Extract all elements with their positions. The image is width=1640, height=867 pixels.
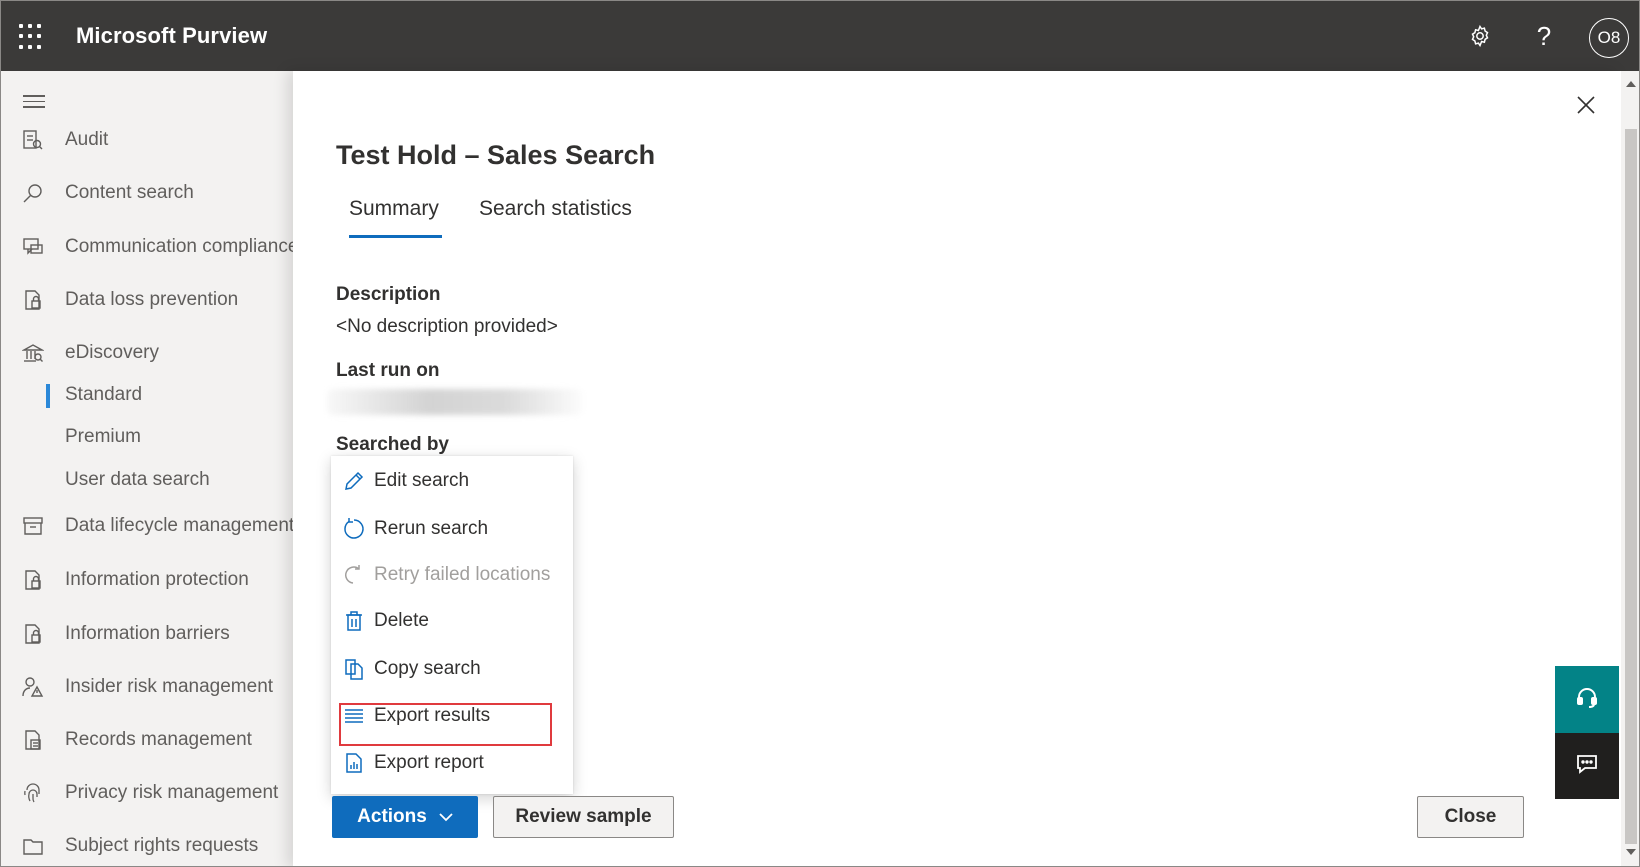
sidebar-item-privacy-risk[interactable]: Privacy risk management (1, 773, 301, 813)
sidebar-item-label: Data lifecycle management (65, 515, 295, 536)
trash-icon (341, 608, 367, 634)
sidebar-item-communication-compliance[interactable]: Communication compliance (1, 227, 301, 267)
sidebar-item-label: Privacy risk management (65, 782, 279, 803)
sidebar-item-subject-rights[interactable]: Subject rights requests (1, 826, 301, 866)
app-window: Microsoft Purview ? O8 Audit Content sea… (0, 0, 1640, 867)
building-icon (21, 341, 45, 365)
hamburger-icon[interactable] (23, 95, 45, 112)
searched-by-label: Searched by (336, 434, 449, 455)
app-title[interactable]: Microsoft Purview (76, 23, 267, 49)
description-value: <No description provided> (336, 316, 558, 337)
search-icon (21, 181, 45, 205)
chevron-down-icon (439, 806, 453, 828)
sidebar-item-label: Content search (65, 182, 194, 203)
fingerprint-icon (21, 781, 45, 805)
records-icon (21, 728, 45, 752)
sidebar-subitem-standard[interactable]: Standard (65, 384, 142, 406)
menu-item-label: Retry failed locations (374, 564, 551, 585)
avatar[interactable]: O8 (1589, 18, 1629, 58)
sidebar-item-records-management[interactable]: Records management (1, 720, 301, 760)
menu-item-copy-search[interactable]: Copy search (331, 647, 573, 691)
sidebar-item-label: eDiscovery (65, 342, 159, 363)
panel-title: Test Hold – Sales Search (336, 140, 656, 170)
actions-button-label: Actions (357, 806, 427, 827)
menu-item-rerun-search[interactable]: Rerun search (331, 507, 573, 551)
audit-icon (21, 128, 45, 152)
scroll-down-icon[interactable] (1626, 849, 1636, 855)
feedback-icon (1575, 752, 1599, 781)
active-tab-indicator (349, 235, 442, 238)
sidebar-item-label: Data loss prevention (65, 289, 239, 310)
sidebar-item-label: Records management (65, 729, 252, 750)
sidebar-item-label: Communication compliance (65, 236, 299, 257)
top-bar: Microsoft Purview ? O8 (1, 1, 1639, 71)
headset-icon (1575, 685, 1599, 714)
sidebar-item-label: Information protection (65, 569, 249, 590)
waffle-icon[interactable] (19, 24, 45, 50)
menu-item-retry-failed[interactable]: Retry failed locations (331, 553, 573, 597)
lock-document-icon (21, 288, 45, 312)
sidebar-item-information-barriers[interactable]: Information barriers (1, 614, 301, 654)
avatar-initials: O8 (1597, 28, 1621, 47)
actions-button[interactable]: Actions (332, 796, 478, 838)
help-glyph: ? (1536, 20, 1552, 51)
refresh-icon (341, 516, 367, 542)
copy-icon (341, 656, 367, 682)
menu-item-label: Delete (374, 610, 429, 631)
sidebar-item-label: Information barriers (65, 623, 230, 644)
lock-document-icon (21, 622, 45, 646)
sidebar-subitem-user-data-search[interactable]: User data search (65, 469, 210, 491)
menu-item-label: Copy search (374, 658, 481, 679)
pencil-icon (341, 468, 367, 494)
menu-item-edit-search[interactable]: Edit search (331, 459, 573, 503)
sidebar-item-data-loss-prevention[interactable]: Data loss prevention (1, 280, 301, 320)
sidebar-item-label: Insider risk management (65, 676, 274, 697)
scroll-up-icon[interactable] (1626, 81, 1636, 87)
lock-document-icon (21, 568, 45, 592)
menu-item-label: Rerun search (374, 518, 489, 539)
report-icon (341, 750, 367, 776)
sidebar-item-insider-risk[interactable]: Insider risk management (1, 667, 301, 707)
sidebar-item-information-protection[interactable]: Information protection (1, 560, 301, 600)
chat-icon (21, 235, 45, 259)
export-results-highlight (339, 703, 552, 746)
menu-item-delete[interactable]: Delete (331, 599, 573, 643)
sidebar-item-audit[interactable]: Audit (1, 120, 301, 160)
tab-summary[interactable]: Summary (349, 197, 439, 221)
sidebar-item-label: Subject rights requests (65, 835, 259, 856)
selected-indicator (46, 384, 50, 408)
settings-icon[interactable] (1465, 21, 1495, 51)
retry-icon (341, 562, 367, 588)
sidebar-item-data-lifecycle[interactable]: Data lifecycle management (1, 506, 301, 546)
archive-icon (21, 514, 45, 538)
redacted-value (327, 389, 583, 415)
support-button[interactable] (1555, 666, 1619, 733)
sidebar-item-ediscovery[interactable]: eDiscovery (1, 333, 301, 373)
review-sample-button[interactable]: Review sample (493, 796, 674, 838)
menu-item-label: Edit search (374, 470, 470, 491)
description-label: Description (336, 284, 441, 305)
vertical-scrollbar[interactable] (1621, 71, 1639, 866)
close-button[interactable]: Close (1417, 796, 1524, 838)
sidebar-item-content-search[interactable]: Content search (1, 173, 301, 213)
folder-icon (21, 834, 45, 858)
scroll-thumb[interactable] (1625, 129, 1637, 844)
sidebar-item-label: Audit (65, 129, 109, 150)
menu-item-label: Export report (374, 752, 484, 773)
last-run-label: Last run on (336, 360, 440, 381)
menu-item-export-report[interactable]: Export report (331, 741, 573, 785)
tab-search-statistics[interactable]: Search statistics (479, 197, 632, 221)
sidebar-subitem-premium[interactable]: Premium (65, 426, 141, 448)
close-icon[interactable] (1575, 94, 1597, 116)
person-warning-icon (21, 675, 45, 699)
help-icon[interactable]: ? (1529, 21, 1559, 51)
feedback-button[interactable] (1555, 733, 1619, 799)
